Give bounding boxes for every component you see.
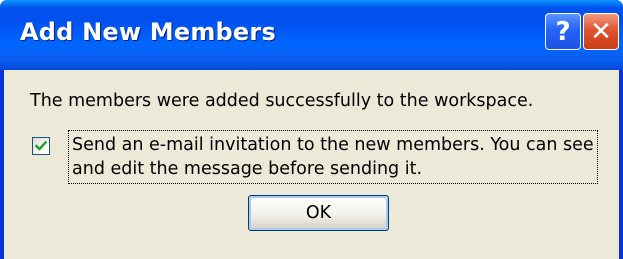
check-mark-icon xyxy=(35,140,47,151)
dialog-body: The members were added successfully to t… xyxy=(4,70,619,259)
help-button[interactable]: ? xyxy=(545,13,581,50)
close-button[interactable]: ✕ xyxy=(583,13,619,50)
dialog-title: Add New Members xyxy=(20,18,276,46)
send-invitation-label[interactable]: Send an e-mail invitation to the new mem… xyxy=(68,130,598,184)
send-invitation-checkbox[interactable] xyxy=(32,137,50,155)
send-invitation-option[interactable]: Send an e-mail invitation to the new mem… xyxy=(30,130,610,186)
title-bar[interactable]: Add New Members ? ✕ xyxy=(0,0,623,70)
add-new-members-dialog: Add New Members ? ✕ The members were add… xyxy=(0,0,623,259)
success-message: The members were added successfully to t… xyxy=(30,91,534,111)
ok-button[interactable]: OK xyxy=(248,195,389,231)
